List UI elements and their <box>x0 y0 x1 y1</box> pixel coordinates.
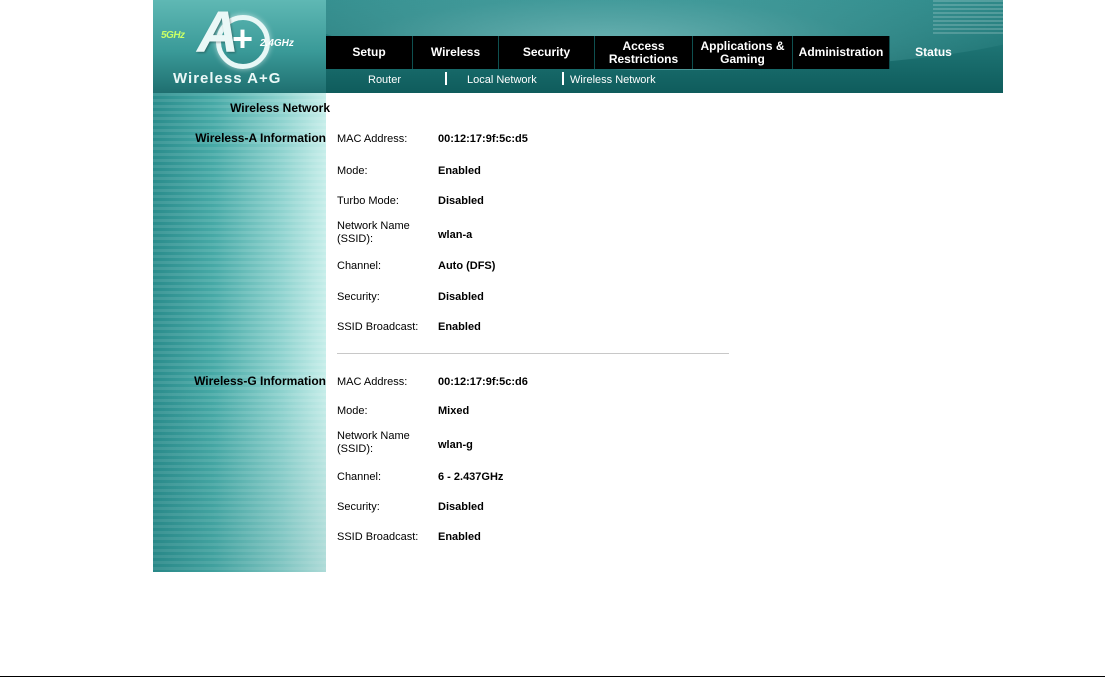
header-bar: A + 5GHz 2.4GHz Wireless A+G Setup Wirel… <box>153 0 1003 93</box>
wireless-a-mode-label: Mode: <box>337 165 368 177</box>
wireless-a-mode-value: Enabled <box>438 165 481 177</box>
wireless-g-channel-label: Channel: <box>337 471 382 483</box>
wireless-a-broadcast-value: Enabled <box>438 321 481 333</box>
sub-nav: Router Local Network Wireless Network <box>326 70 1003 93</box>
tab-security[interactable]: Security <box>499 36 595 69</box>
wireless-a-mac-label: MAC Address: <box>337 133 408 145</box>
wireless-g-ssid-label-line1: Network Name <box>337 430 410 442</box>
tab-status[interactable]: Status <box>890 36 977 69</box>
wireless-g-broadcast-label: SSID Broadcast: <box>337 531 419 543</box>
logo-wordmark: Wireless A+G <box>173 70 282 87</box>
section-divider <box>337 353 729 354</box>
subnav-wireless-network[interactable]: Wireless Network <box>570 74 656 86</box>
wireless-a-ssid-label-line1: Network Name <box>337 220 410 232</box>
subnav-separator <box>562 72 564 85</box>
wireless-a-ssid-label-line2: (SSID): <box>337 233 374 245</box>
header-stripes <box>933 0 1003 36</box>
wireless-a-channel-label: Channel: <box>337 260 382 272</box>
subnav-local-network[interactable]: Local Network <box>467 74 537 86</box>
wireless-a-broadcast-label: SSID Broadcast: <box>337 321 419 333</box>
wireless-g-broadcast-value: Enabled <box>438 531 481 543</box>
wireless-g-security-label: Security: <box>337 501 380 513</box>
wireless-g-ssid-label: Network Name (SSID): <box>337 430 410 456</box>
wireless-a-security-value: Disabled <box>438 291 484 303</box>
wireless-g-security-value: Disabled <box>438 501 484 513</box>
wireless-a-security-label: Security: <box>337 291 380 303</box>
tab-access-restrictions[interactable]: Access Restrictions <box>595 36 693 69</box>
logo-band-24ghz: 2.4GHz <box>260 38 294 49</box>
brand-logo: A + 5GHz 2.4GHz Wireless A+G <box>153 0 326 93</box>
router-status-frame: A + 5GHz 2.4GHz Wireless A+G Setup Wirel… <box>153 0 1003 572</box>
wireless-a-ssid-label: Network Name (SSID): <box>337 220 410 246</box>
subnav-router[interactable]: Router <box>368 74 401 86</box>
wireless-a-turbo-label: Turbo Mode: <box>337 195 399 207</box>
wireless-g-section-label: Wireless-G Information <box>194 374 326 388</box>
logo-plus: + <box>232 18 254 59</box>
wireless-g-mode-label: Mode: <box>337 405 368 417</box>
logo-band-5ghz: 5GHz <box>161 30 185 41</box>
tab-administration[interactable]: Administration <box>793 36 890 69</box>
tab-applications-gaming[interactable]: Applications & Gaming <box>693 36 793 69</box>
wireless-a-section-label: Wireless-A Information <box>195 131 326 145</box>
wireless-g-mode-value: Mixed <box>438 405 470 417</box>
wireless-a-mac-value: 00:12:17:9f:5c:d5 <box>438 133 528 145</box>
wireless-a-channel-value: Auto (DFS) <box>438 260 496 272</box>
wireless-g-ssid-label-line2: (SSID): <box>337 443 374 455</box>
sidebar <box>153 93 326 572</box>
wireless-g-ssid-value: wlan-g <box>438 439 473 451</box>
tab-wireless[interactable]: Wireless <box>413 36 499 69</box>
wireless-g-mac-label: MAC Address: <box>337 376 408 388</box>
main-nav-tabs: Setup Wireless Security Access Restricti… <box>326 36 977 69</box>
wireless-g-channel-value: 6 - 2.437GHz <box>438 471 504 483</box>
subnav-separator <box>445 72 447 85</box>
tab-setup[interactable]: Setup <box>326 36 413 69</box>
wireless-a-turbo-value: Disabled <box>438 195 484 207</box>
wireless-g-mac-value: 00:12:17:9f:5c:d6 <box>438 376 528 388</box>
sidebar-shade <box>153 93 326 572</box>
page-title: Wireless Network <box>230 101 330 115</box>
wireless-a-ssid-value: wlan-a <box>438 229 473 241</box>
